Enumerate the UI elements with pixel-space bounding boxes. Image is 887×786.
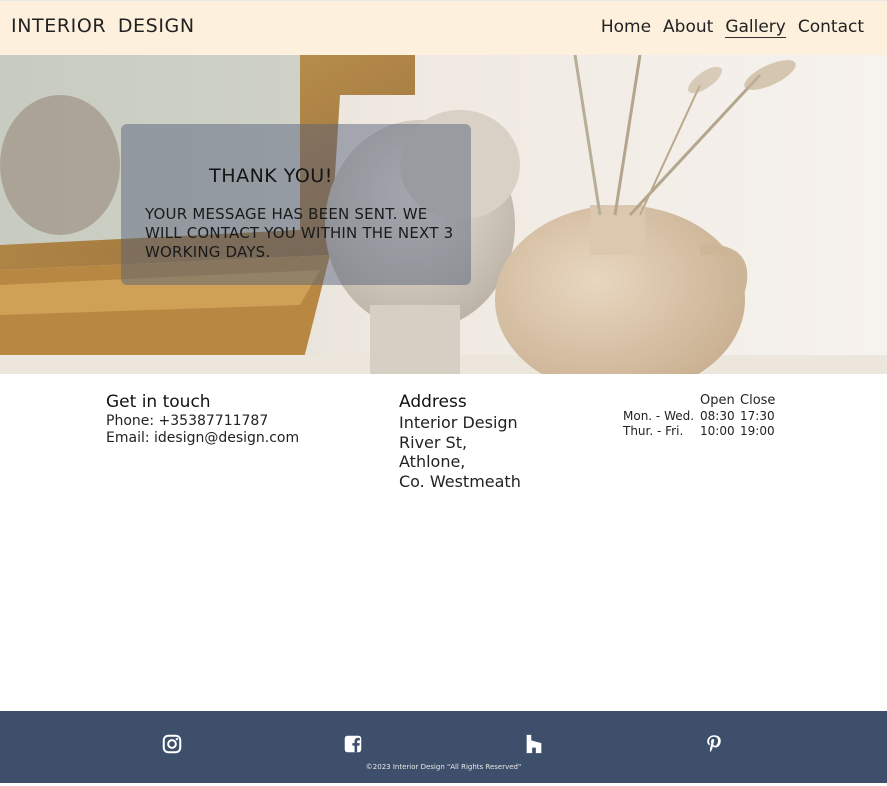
hours-close: 19:00 [740,424,775,439]
facebook-icon[interactable] [342,733,364,755]
address-line: River St, [399,432,468,452]
thank-you-card: THANK YOU! YOUR MESSAGE HAS BEEN SENT. W… [121,124,471,285]
hours-open: 10:00 [700,424,735,439]
copyright-text: ©2023 Interior Design "All Rights Reserv… [365,763,522,771]
hero-section: THANK YOU! YOUR MESSAGE HAS BEEN SENT. W… [0,55,887,374]
contact-phone: Phone: +35387711787 [106,413,269,429]
hours-day: Mon. - Wed. [623,408,695,423]
houzz-icon[interactable] [523,733,545,755]
site-footer: ©2023 Interior Design "All Rights Reserv… [0,711,887,783]
thank-you-title: THANK YOU! [209,165,333,187]
address-line: Interior Design [399,413,518,432]
contact-email: Email: idesign@design.com [106,430,300,446]
nav-gallery-link[interactable]: Gallery [725,17,786,38]
opening-hours-table: Open Close Mon. - Wed. 08:30 17:30 Thur.… [623,392,775,439]
hours-day: Thur. - Fri. [623,424,684,439]
hours-header-close: Close [740,392,776,408]
site-header: INTERIOR DESIGN Home About Gallery Conta… [0,0,887,55]
contact-heading: Get in touch [106,392,211,412]
hours-close: 17:30 [740,408,775,423]
address-column: Address Interior Design River St, Athlon… [399,392,521,491]
info-section: Get in touch Phone: +35387711787 Email: … [0,374,887,711]
hours-header-open: Open [700,392,735,408]
nav-about-link[interactable]: About [663,17,713,38]
hours-header-day [623,392,700,408]
main-nav: Home About Gallery Contact [601,17,864,38]
address-line: Co. Westmeath [399,471,521,491]
pinterest-icon[interactable] [703,733,725,755]
nav-home-link[interactable]: Home [601,17,651,38]
hours-header-row: Open Close [623,392,775,408]
hours-row: Mon. - Wed. 08:30 17:30 [623,408,775,424]
address-heading: Address [399,392,467,412]
nav-contact-link[interactable]: Contact [798,17,864,38]
thank-you-message: YOUR MESSAGE HAS BEEN SENT. WE WILL CONT… [145,205,454,261]
brand-logo[interactable]: INTERIOR DESIGN [11,15,195,37]
contact-column: Get in touch Phone: +35387711787 Email: … [106,392,299,447]
hours-open: 08:30 [700,408,735,423]
instagram-icon[interactable] [161,733,183,755]
hours-row: Thur. - Fri. 10:00 19:00 [623,424,775,440]
address-line: Athlone, [399,452,466,471]
